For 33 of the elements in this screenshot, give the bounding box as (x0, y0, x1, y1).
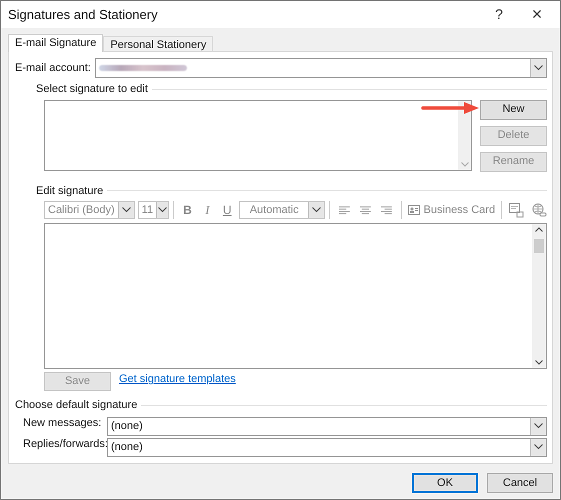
dialog-button[interactable]: Cancel (487, 473, 553, 493)
dialog-button[interactable]: OK (412, 473, 478, 493)
chevron-down-icon (534, 444, 543, 450)
signature-button[interactable]: New (480, 100, 547, 120)
help-button[interactable]: ? (482, 1, 516, 28)
contact-card-icon (408, 205, 420, 215)
signature-dropdown[interactable]: (none) (107, 416, 547, 436)
tab[interactable]: E-mail Signature (8, 34, 104, 52)
chevron-down-icon[interactable] (535, 360, 543, 365)
scrollbar[interactable] (458, 100, 471, 170)
signature-list[interactable] (44, 100, 472, 170)
chevron-down-icon (122, 207, 131, 213)
window-title: Signatures and Stationery (8, 6, 159, 24)
field-label: E-mail account: (15, 60, 92, 76)
templates-link[interactable]: Get signature templates (119, 371, 236, 388)
tab[interactable]: Personal Stationery (103, 36, 214, 51)
section-heading: Select signature to edit (36, 82, 148, 97)
close-button[interactable]: × (516, 1, 558, 28)
section-heading: Edit signature (36, 184, 104, 198)
chevron-down-icon (460, 162, 468, 166)
signature-dropdown[interactable]: (none) (107, 438, 547, 456)
chevron-down-icon (312, 207, 322, 213)
scrollbar[interactable] (532, 224, 546, 368)
section-heading: Choose default signature (15, 398, 138, 413)
scrollbar-thumb[interactable] (534, 239, 544, 253)
field-label: New messages: (23, 416, 102, 432)
account-dropdown[interactable] (94, 58, 547, 78)
annotation-arrow (420, 101, 480, 115)
chevron-up-icon[interactable] (535, 227, 543, 232)
chevron-down-icon (158, 207, 167, 213)
field-label: Replies/forwards: (23, 437, 107, 452)
chevron-down-icon (534, 423, 543, 429)
chevron-down-icon (534, 65, 543, 71)
